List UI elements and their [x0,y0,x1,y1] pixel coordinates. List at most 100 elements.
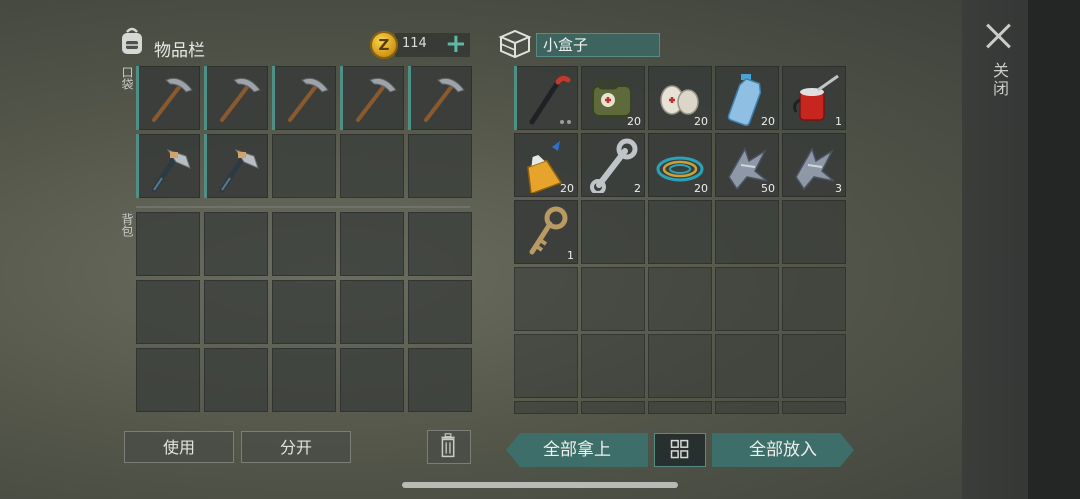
split-button[interactable]: 分开 [241,431,351,463]
hatchet-icon [219,149,259,193]
coin-icon: Z [370,31,398,59]
backpack-icon [122,27,142,54]
container-slot[interactable]: 20 [648,133,712,197]
item-count: 20 [694,182,708,195]
container-slot[interactable] [581,200,645,264]
grid-sort-icon [670,439,689,459]
crowbar-icon [529,75,571,125]
take-all-button[interactable]: 全部拿上 [506,433,648,467]
container-slot[interactable]: 3 [782,133,846,197]
pocket-slot[interactable] [408,134,472,198]
backpack-slot[interactable] [204,212,268,276]
slot-highlight [408,66,411,130]
container-slot[interactable] [648,200,712,264]
backpack-slot[interactable] [204,280,268,344]
pocket-slot[interactable] [136,134,200,198]
container-slot[interactable] [715,200,779,264]
trash-button[interactable] [427,430,471,464]
pocket-slot[interactable] [340,66,404,130]
section-divider [136,206,470,208]
container-slot[interactable]: 20 [581,66,645,130]
pickaxe-icon [424,77,465,122]
container-slot[interactable] [514,66,578,130]
container-slot[interactable] [715,267,779,331]
slot-highlight [340,66,343,130]
close-label[interactable]: 关闭 [988,62,1009,98]
backpack-slot[interactable] [408,212,472,276]
item-count: 20 [761,115,775,128]
container-slot[interactable]: 20 [514,133,578,197]
backpack-slot[interactable] [136,212,200,276]
backpack-slot[interactable] [340,348,404,412]
backpack-slot[interactable] [204,348,268,412]
item-count: 3 [835,182,842,195]
backpack-slot[interactable] [408,280,472,344]
durability-dots [560,120,572,124]
slot-highlight [514,66,517,130]
pocket-slot[interactable] [204,66,268,130]
container-slot[interactable]: 50 [715,133,779,197]
wrench-icon [590,138,638,193]
backpack-slot[interactable] [136,280,200,344]
slot-highlight [204,134,207,198]
scrap-metal-icon [795,147,835,191]
container-slot[interactable]: 1 [514,200,578,264]
pocket-slot[interactable] [272,66,336,130]
pocket-slot[interactable] [340,134,404,198]
container-slot[interactable] [514,334,578,398]
container-slot[interactable] [581,401,645,414]
use-button[interactable]: 使用 [124,431,234,463]
pocket-slot[interactable] [204,134,268,198]
container-slot[interactable]: 2 [581,133,645,197]
backpack-slot[interactable] [408,348,472,412]
inventory-title: 物品栏 [154,41,205,61]
container-slot[interactable] [581,334,645,398]
hatchet-icon [151,149,191,193]
pocket-slot[interactable] [272,134,336,198]
container-name[interactable]: 小盒子 [536,33,660,57]
add-coins-button[interactable]: + [445,31,467,57]
put-all-button[interactable]: 全部放入 [712,433,854,467]
slot-highlight [204,66,207,130]
pocket-slot[interactable] [408,66,472,130]
backpack-slot[interactable] [272,212,336,276]
container-slot[interactable] [715,334,779,398]
backpack-slot[interactable] [272,348,336,412]
home-indicator[interactable] [402,482,678,488]
container-slot[interactable] [782,200,846,264]
container-slot[interactable] [514,267,578,331]
pickaxe-icon [152,77,193,122]
key-icon [529,206,568,255]
container-slot[interactable] [782,267,846,331]
container-slot[interactable] [782,334,846,398]
item-count: 20 [627,115,641,128]
container-slot[interactable] [581,267,645,331]
container-slot[interactable] [715,401,779,414]
box-icon [498,29,532,59]
backpack-slot[interactable] [340,212,404,276]
container-slot[interactable] [648,401,712,414]
container-slot[interactable]: 20 [648,66,712,130]
container-slot[interactable] [648,334,712,398]
pickaxe-icon [356,77,397,122]
container-slot[interactable] [782,401,846,414]
sort-button[interactable] [654,433,706,467]
container-slot[interactable] [514,401,578,414]
container-slot[interactable]: 20 [715,66,779,130]
item-count: 1 [567,249,574,262]
coin-count: 114 [402,36,427,51]
pocket-slot[interactable] [136,66,200,130]
item-count: 1 [835,115,842,128]
pocket-label: 口袋 [120,66,134,90]
item-count: 20 [694,115,708,128]
oil-can-icon [793,74,839,121]
container-slot[interactable]: 1 [782,66,846,130]
backpack-slot[interactable] [272,280,336,344]
backpack-slot[interactable] [340,280,404,344]
backpack-label: 背包 [120,213,134,237]
close-icon[interactable] [984,22,1012,50]
container-slot[interactable] [648,267,712,331]
trash-icon [441,433,455,458]
screen-edge [1028,0,1080,499]
backpack-slot[interactable] [136,348,200,412]
